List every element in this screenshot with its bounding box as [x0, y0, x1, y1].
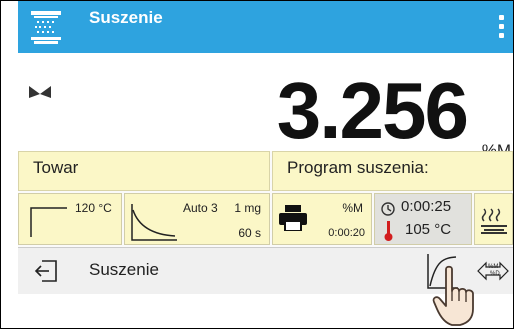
finish-mode-tile[interactable]: Auto 3 1 mg 60 s [124, 193, 270, 245]
printout-tile[interactable]: %M 0:00:20 [272, 193, 372, 245]
program-label: Program suszenia: [287, 158, 429, 177]
unit-swap-icon[interactable]: %M %D [476, 254, 510, 288]
drying-program-field[interactable]: Program suszenia: [272, 151, 513, 191]
printer-icon [279, 205, 307, 231]
exit-arrow-icon[interactable] [34, 260, 58, 282]
thermometer-icon [384, 221, 393, 241]
stability-marker-icon [29, 86, 51, 98]
header-bar: Suszenie [18, 1, 513, 53]
widget-row: 120 °C Auto 3 1 mg 60 s %M 0:00:20 0:00:… [18, 191, 513, 247]
clock-icon [381, 202, 395, 216]
weight-readout: 3.256 %M [18, 53, 513, 160]
product-label: Towar [33, 158, 79, 177]
heater-tile[interactable] [474, 193, 513, 245]
printout-interval: 0:00:20 [328, 227, 365, 239]
standard-drying-profile-icon [30, 207, 67, 237]
elapsed-time: 0:00:25 [401, 198, 452, 215]
auto-finish-curve-icon [131, 204, 177, 241]
finish-mass: 1 mg [234, 201, 261, 215]
swap-bottom: %D [490, 271, 500, 277]
page-title: Suszenie [89, 8, 163, 27]
printout-unit: %M [342, 201, 363, 215]
bottom-bar-label: Suszenie [89, 260, 159, 279]
pointing-hand-icon [432, 265, 474, 326]
vertical-dots-menu-icon[interactable] [499, 15, 505, 41]
swap-top: %M [488, 264, 499, 270]
current-temperature: 105 °C [405, 221, 452, 238]
heater-lamps-icon [481, 208, 507, 234]
product-field[interactable]: Towar [18, 151, 270, 191]
profile-temperature: 120 °C [75, 201, 112, 215]
finish-time: 60 s [238, 226, 261, 240]
device-frame: Suszenie 3.256 %M Towar Program suszenia… [0, 0, 514, 329]
temperature-profile-tile[interactable]: 120 °C [18, 193, 122, 245]
finish-mode: Auto 3 [183, 201, 218, 215]
drying-scale-icon[interactable] [26, 7, 66, 47]
drying-screen: Suszenie 3.256 %M Towar Program suszenia… [18, 1, 513, 326]
status-tile[interactable]: 0:00:25 105 °C [374, 193, 472, 245]
result-value: 3.256 [276, 66, 469, 155]
info-row: Towar Program suszenia: [18, 151, 513, 191]
